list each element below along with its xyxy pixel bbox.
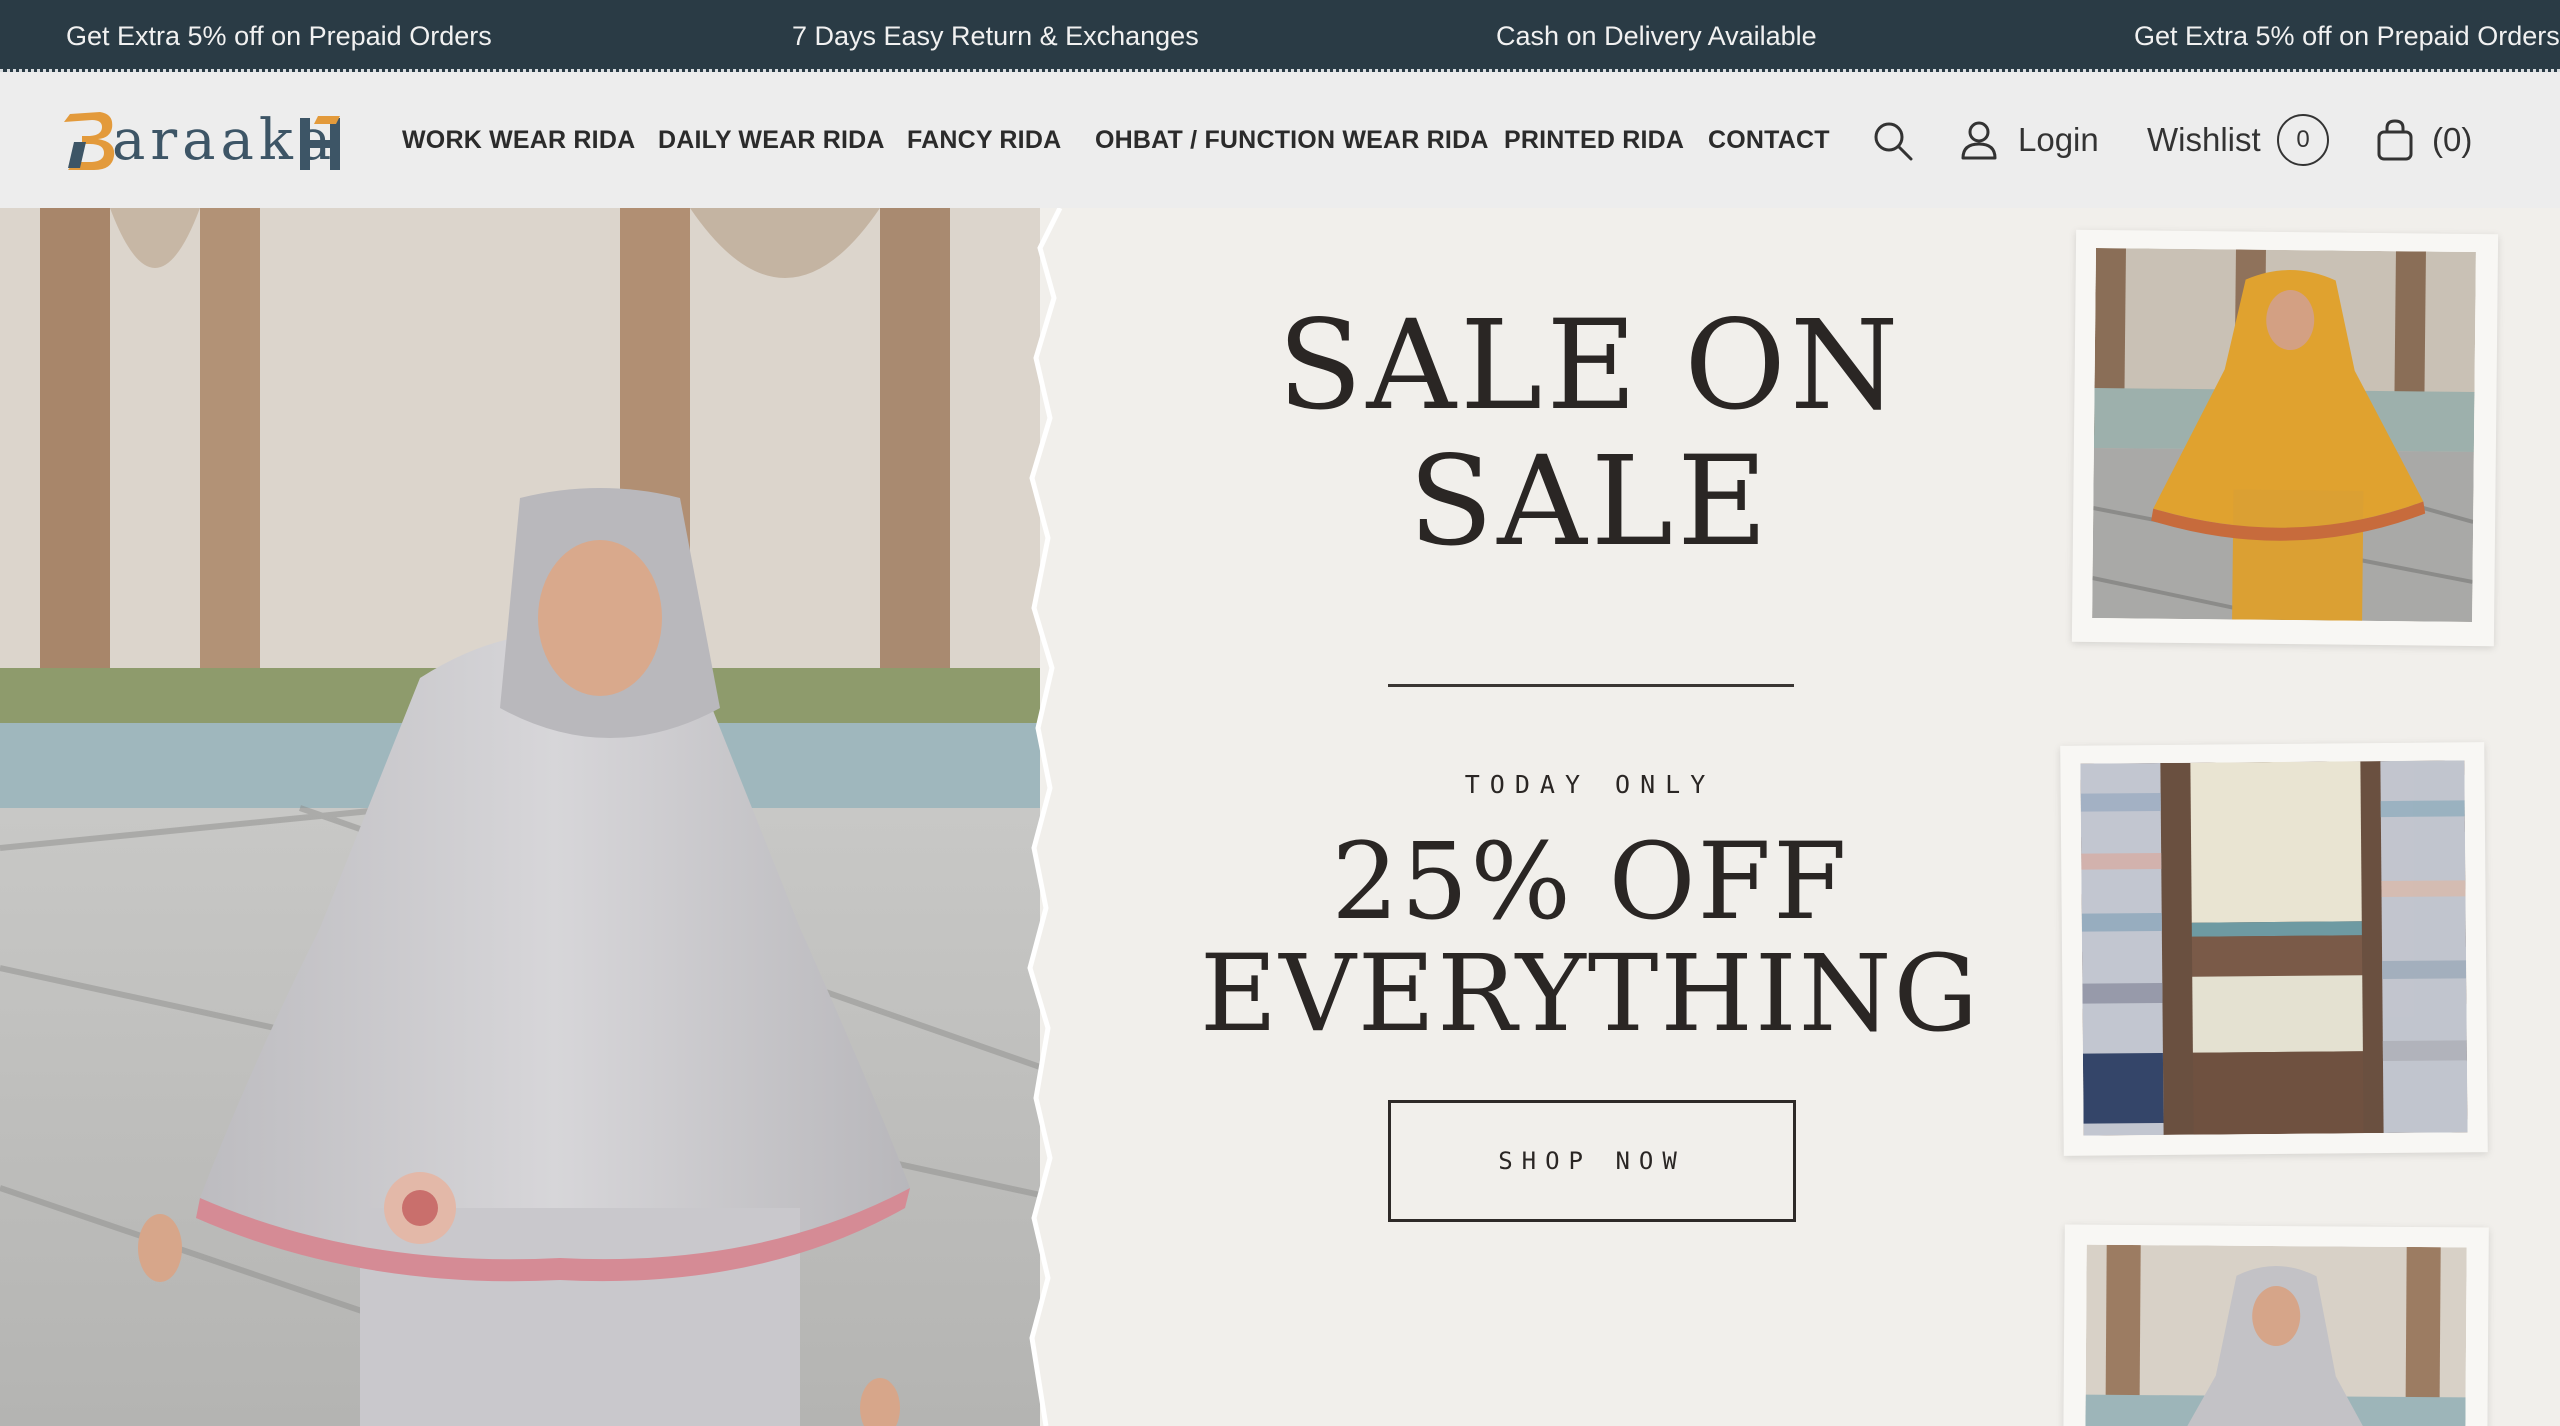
- nav-printed-rida[interactable]: PRINTED RIDA: [1504, 72, 1684, 208]
- hero-title-line1: SALE ON: [1277, 294, 1903, 438]
- hero-offer-line2: EVERYTHING: [1199, 932, 1981, 1055]
- torn-paper-edge: [1027, 208, 1080, 1426]
- product-photo-fabric: [2080, 760, 2468, 1136]
- nav-contact[interactable]: CONTACT: [1708, 72, 1830, 208]
- nav-daily-wear-rida[interactable]: DAILY WEAR RIDA: [658, 72, 885, 208]
- hero-title-line2: SALE: [1408, 430, 1772, 574]
- announcement-cod: Cash on Delivery Available: [1496, 21, 1817, 51]
- wishlist-link[interactable]: Wishlist: [2147, 72, 2261, 208]
- search-icon[interactable]: [1872, 120, 1914, 162]
- login-link[interactable]: Login: [2018, 72, 2099, 208]
- logo-b-mark: [64, 112, 115, 170]
- hero-offer-line1: 25% OFF: [1331, 820, 1849, 943]
- hero-kicker: TODAY ONLY: [1464, 770, 1716, 799]
- hero-photo-illustration: [0, 208, 1100, 1426]
- shop-now-button[interactable]: SHOP NOW: [1388, 1100, 1796, 1222]
- announcement-bar: Get Extra 5% off on Prepaid Orders 7 Day…: [0, 0, 2560, 72]
- nav-ohbat-function-wear-rida[interactable]: OHBAT / FUNCTION WEAR RIDA: [1095, 72, 1489, 208]
- hero-divider: [1388, 684, 1794, 687]
- logo-h-mark: [300, 116, 340, 170]
- hero-offer: 25% OFF EVERYTHING: [1120, 826, 2060, 1050]
- wishlist-count-badge[interactable]: 0: [2277, 114, 2329, 166]
- hero-banner: SALE ON SALE TODAY ONLY 25% OFF EVERYTHI…: [0, 208, 2560, 1426]
- product-photo-yellow: [2092, 248, 2476, 622]
- nav-fancy-rida[interactable]: FANCY RIDA: [907, 72, 1061, 208]
- product-polaroid-yellow[interactable]: [2071, 229, 2499, 647]
- hero-title: SALE ON SALE: [1120, 298, 2060, 570]
- bag-icon[interactable]: [2376, 118, 2414, 162]
- hero-model-photo: [0, 208, 1100, 1426]
- product-photo-grey: [2085, 1244, 2467, 1426]
- announcement-prepaid-repeat: Get Extra 5% off on Prepaid Orders: [2134, 21, 2560, 51]
- product-polaroid-fabric[interactable]: [2060, 742, 2488, 1156]
- site-header: araaka WORK WEAR RIDA DAILY WEAR RIDA FA…: [0, 72, 2560, 208]
- cart-count[interactable]: (0): [2432, 72, 2472, 208]
- user-icon[interactable]: [1960, 120, 1998, 160]
- announcement-returns: 7 Days Easy Return & Exchanges: [792, 21, 1199, 51]
- brand-logo[interactable]: araaka: [60, 108, 350, 174]
- announcement-prepaid: Get Extra 5% off on Prepaid Orders: [66, 21, 492, 51]
- nav-work-wear-rida[interactable]: WORK WEAR RIDA: [402, 72, 635, 208]
- product-polaroid-grey[interactable]: [2063, 1224, 2489, 1426]
